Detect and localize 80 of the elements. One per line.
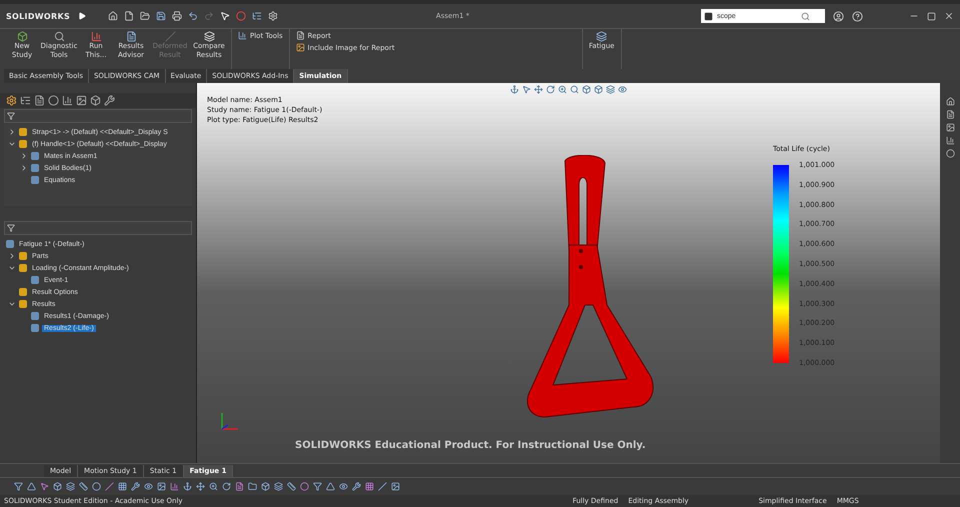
document-icon (126, 31, 136, 42)
home-icon[interactable] (946, 97, 954, 106)
triangle-icon[interactable] (326, 482, 335, 491)
image-icon (296, 43, 305, 52)
filter-icon[interactable] (7, 112, 15, 120)
new-document-icon[interactable] (124, 11, 134, 21)
cube-icon[interactable] (90, 95, 101, 106)
filter-icon[interactable] (7, 224, 15, 232)
wrench-icon[interactable] (104, 95, 115, 106)
app-logo: SOLIDWORKS (6, 12, 70, 20)
layers-icon (204, 31, 214, 42)
filter-icon[interactable] (313, 482, 322, 491)
move-icon[interactable] (196, 482, 205, 491)
ruler-icon[interactable] (287, 482, 296, 491)
circle-icon[interactable] (92, 482, 101, 491)
study-icon (16, 31, 28, 42)
grid-icon[interactable] (118, 482, 127, 491)
layers-icon (596, 31, 608, 42)
ruler-icon[interactable] (79, 482, 88, 491)
play-icon[interactable] (78, 12, 86, 20)
cube-icon[interactable] (261, 482, 270, 491)
layers-icon[interactable] (274, 482, 283, 491)
rotate-icon[interactable] (546, 84, 555, 94)
undo-icon[interactable] (188, 11, 198, 21)
close-icon[interactable] (944, 11, 954, 21)
anchor-icon[interactable] (183, 482, 192, 491)
chart-icon (238, 31, 247, 40)
cube-icon[interactable] (594, 84, 603, 94)
eye-icon[interactable] (144, 482, 153, 491)
rotate-icon[interactable] (222, 482, 231, 491)
open-folder-icon[interactable] (140, 11, 150, 21)
maximize-icon[interactable] (927, 12, 936, 20)
image-icon[interactable] (391, 482, 400, 491)
chart-icon (90, 31, 102, 42)
list-icon[interactable] (252, 11, 262, 21)
folder-icon[interactable] (248, 482, 257, 491)
bar-chart-icon[interactable] (170, 482, 179, 491)
document-icon[interactable] (235, 482, 244, 491)
chart-icon[interactable] (946, 136, 954, 145)
study-icon (6, 240, 14, 248)
print-icon[interactable] (172, 11, 182, 21)
wrench-icon[interactable] (131, 482, 140, 491)
image-icon[interactable] (76, 95, 87, 106)
document-icon[interactable] (34, 95, 45, 106)
educational-notice: SOLIDWORKS Educational Product. For Instructional Use Only. (295, 440, 646, 451)
triangle-icon[interactable] (27, 482, 36, 491)
line-icon[interactable] (105, 482, 114, 491)
document-icon (296, 31, 305, 40)
eye-icon[interactable] (339, 482, 348, 491)
image-icon[interactable] (946, 123, 954, 132)
layers-icon[interactable] (606, 84, 615, 94)
search-icon[interactable] (801, 12, 810, 20)
home-icon[interactable] (108, 11, 118, 21)
grid-icon[interactable] (365, 482, 374, 491)
zoom-icon[interactable] (209, 482, 218, 491)
assembly-icon[interactable] (6, 95, 17, 106)
list-icon[interactable] (20, 95, 31, 106)
cube-icon[interactable] (53, 482, 62, 491)
layers-icon[interactable] (66, 482, 75, 491)
image-icon[interactable] (157, 482, 166, 491)
search-icon[interactable] (570, 84, 579, 94)
zoom-icon[interactable] (558, 84, 567, 94)
settings-icon[interactable] (268, 11, 278, 21)
chart-icon[interactable] (62, 95, 73, 106)
line-icon[interactable] (378, 482, 387, 491)
save-icon[interactable] (156, 11, 166, 21)
document-icon[interactable] (946, 110, 954, 119)
wrench-icon[interactable] (352, 482, 361, 491)
cube-icon[interactable] (582, 84, 591, 94)
circle-icon[interactable] (300, 482, 309, 491)
anchor-icon[interactable] (510, 84, 519, 94)
eye-icon[interactable] (618, 84, 627, 94)
pointer-icon[interactable] (522, 84, 531, 94)
axis-triad-icon (219, 411, 241, 433)
help-icon[interactable] (852, 10, 863, 22)
move-icon[interactable] (534, 84, 543, 94)
user-icon[interactable] (833, 10, 844, 22)
magnifier-icon (54, 31, 64, 42)
filter-icon[interactable] (14, 482, 23, 491)
line-icon (164, 31, 176, 42)
